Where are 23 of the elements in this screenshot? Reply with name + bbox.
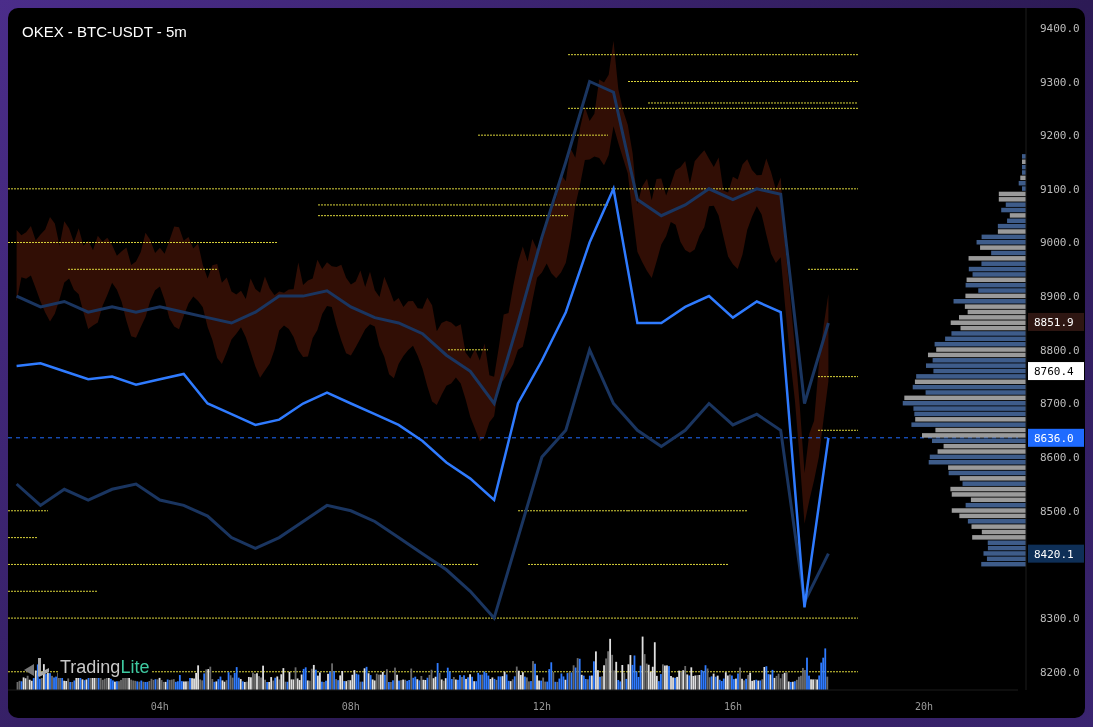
time-axis-label: 08h bbox=[341, 701, 360, 712]
price-axis-label: 9200.0 bbox=[1040, 129, 1080, 143]
price-axis-label: 8300.0 bbox=[1040, 612, 1080, 626]
price-tag-label: 8851.9 bbox=[1034, 315, 1074, 329]
chart-title: OKEX - BTC-USDT - 5m bbox=[22, 23, 187, 40]
time-axis-label: 04h bbox=[150, 701, 169, 712]
price-axis-label: 8200.0 bbox=[1040, 665, 1080, 679]
price-axis-label: 8700.0 bbox=[1040, 397, 1080, 411]
price-tag-label: 8760.4 bbox=[1034, 365, 1074, 379]
logo-icon bbox=[22, 656, 52, 678]
price-axis-label: 9300.0 bbox=[1040, 75, 1080, 89]
time-axis-label: 16h bbox=[723, 701, 742, 712]
price-axis-label: 8600.0 bbox=[1040, 451, 1080, 465]
price-tag-label: 8420.1 bbox=[1034, 547, 1074, 561]
time-axis-label: 20h bbox=[914, 701, 933, 712]
price-axis-label: 8800.0 bbox=[1040, 343, 1080, 357]
price-axis-label: 9100.0 bbox=[1040, 182, 1080, 196]
time-axis-label: 12h bbox=[532, 701, 551, 712]
price-axis-label: 8900.0 bbox=[1040, 290, 1080, 304]
price-tag-label: 8636.0 bbox=[1034, 431, 1074, 445]
price-axis-label: 9400.0 bbox=[1040, 21, 1080, 35]
price-axis-label: 8500.0 bbox=[1040, 504, 1080, 518]
price-axis-label: 9000.0 bbox=[1040, 236, 1080, 250]
